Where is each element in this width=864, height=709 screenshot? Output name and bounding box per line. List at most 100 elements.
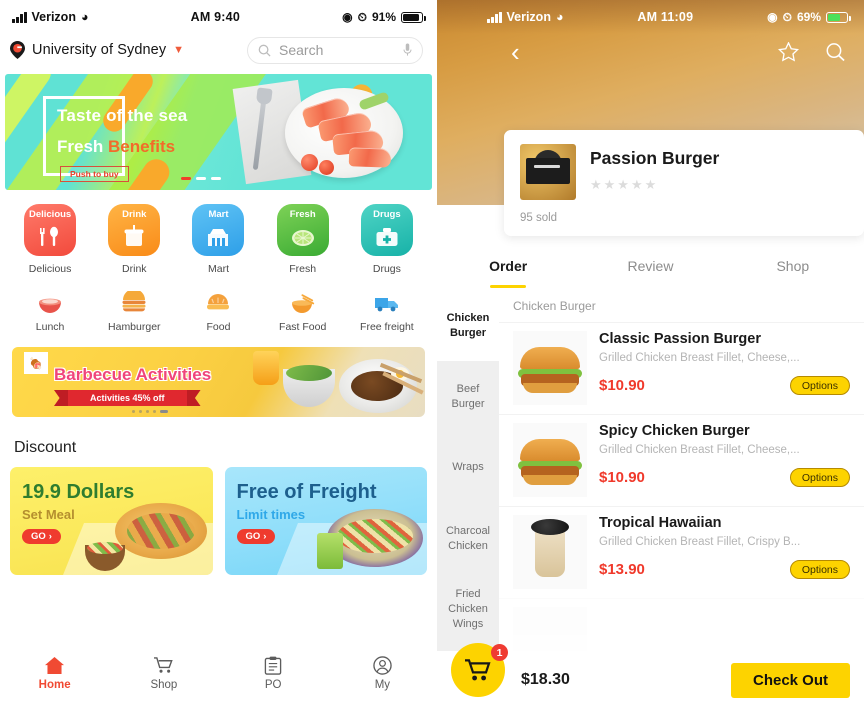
- menu-item-thumbnail: [513, 331, 587, 405]
- category-free-freight[interactable]: Free freight: [345, 291, 429, 333]
- menu-item-name: Tropical Hawaiian: [599, 515, 722, 531]
- tab-label: Shop: [150, 679, 178, 691]
- hamburger-icon: [122, 291, 146, 312]
- banner-subheadline-orange: Benefits: [108, 137, 176, 156]
- options-button[interactable]: Options: [789, 468, 850, 487]
- options-button[interactable]: Options: [789, 376, 850, 395]
- bbq-food-image: [235, 347, 425, 417]
- check-out-button[interactable]: Check Out: [730, 662, 850, 698]
- status-bar: Verizon ◕ AM 11:09 ◉ ⏲ 69%: [437, 0, 864, 30]
- search-input[interactable]: Search: [247, 36, 423, 64]
- location-arrow-icon: ◉: [342, 10, 353, 24]
- tab-label: My: [374, 679, 391, 691]
- discount-section-heading: Discount: [14, 439, 77, 456]
- battery-percent-label: 91%: [371, 10, 396, 24]
- menu-item-list: Chicken Burger Classic Passion Burger Gr…: [499, 290, 864, 651]
- discount-card-go-button[interactable]: GO: [236, 529, 276, 544]
- tab-label: PO: [264, 679, 282, 691]
- menu-category-sidebar: Chicken Burger Beef Burger Wraps Charcoa…: [437, 290, 499, 651]
- campus-name-label: University of Sydney: [32, 42, 167, 58]
- menu-item-price: $10.90: [599, 377, 645, 394]
- tab-order[interactable]: Order: [437, 250, 579, 290]
- campus-selector[interactable]: University of Sydney ▼: [10, 41, 184, 59]
- tile-caption: Drink: [122, 209, 147, 220]
- banner-subheadline-white: Fresh: [57, 137, 109, 156]
- mart-glyph: [208, 229, 229, 246]
- category-label: Lunch: [35, 321, 65, 333]
- category-fast-food[interactable]: Fast Food: [261, 291, 345, 333]
- menu-item-row-partial[interactable]: [499, 598, 864, 651]
- menu-item-row[interactable]: Tropical Hawaiian Grilled Chicken Breast…: [499, 506, 864, 598]
- status-bar-right: ◉ ⏲ 69%: [767, 10, 851, 25]
- menu-item-thumbnail: [513, 423, 587, 497]
- sidebar-item-wraps[interactable]: Wraps: [437, 432, 499, 503]
- sidebar-item-beef-burger[interactable]: Beef Burger: [437, 361, 499, 432]
- medical-kit-icon: Drugs: [360, 204, 413, 256]
- bbq-promo-banner[interactable]: 🍖 Barbecue Activities Activities 45% off: [12, 347, 425, 417]
- tab-shop[interactable]: Shop: [722, 250, 864, 290]
- back-chevron-icon[interactable]: ‹: [511, 39, 520, 65]
- store-nav-bar: ‹: [437, 30, 864, 74]
- store-logo-icon: [520, 144, 576, 200]
- sidebar-item-charcoal-chicken[interactable]: Charcoal Chicken: [437, 503, 499, 574]
- category-fresh[interactable]: Fresh Fresh: [261, 204, 345, 275]
- category-hamburger[interactable]: Hamburger: [92, 291, 176, 333]
- discount-card-set-meal[interactable]: 19.9 Dollars Set Meal GO: [10, 467, 213, 575]
- shopping-cart-icon: Mart: [192, 204, 245, 256]
- discount-card-free-freight[interactable]: Free of Freight Limit times GO: [224, 467, 427, 575]
- bread-icon: [207, 294, 230, 310]
- cart-total-price: $18.30: [521, 671, 570, 688]
- category-delicious[interactable]: Delicious Delicious: [8, 204, 92, 275]
- shopping-cart-icon: [465, 658, 491, 680]
- sidebar-item-fried-chicken-wings[interactable]: Fried Chicken Wings: [437, 574, 499, 645]
- bbq-carousel-dots[interactable]: [132, 410, 168, 413]
- category-label: Free freight: [360, 321, 414, 333]
- tab-shop[interactable]: Shop: [109, 656, 218, 691]
- menu-item-row[interactable]: Classic Passion Burger Grilled Chicken B…: [499, 322, 864, 414]
- microphone-icon[interactable]: [403, 43, 412, 57]
- category-mart[interactable]: Mart Mart: [176, 204, 260, 275]
- wifi-icon: ◕: [555, 10, 564, 24]
- category-drink[interactable]: Drink Drink: [92, 204, 176, 275]
- tab-my[interactable]: My: [328, 656, 437, 691]
- discount-card-subtitle: Set Meal: [22, 507, 75, 522]
- cup-glyph: [124, 225, 144, 246]
- category-drugs[interactable]: Drugs Drugs: [345, 204, 429, 275]
- sidebar-item-chicken-burger[interactable]: Chicken Burger: [437, 290, 499, 361]
- category-label: Delicious: [28, 263, 72, 275]
- push-to-buy-button[interactable]: Push to buy: [60, 166, 129, 182]
- menu-item-price: $13.90: [599, 561, 645, 578]
- menu-item-bottom: $10.90 Options: [599, 376, 850, 395]
- category-label: Drugs: [372, 263, 401, 275]
- bbq-logo-icon: 🍖: [24, 352, 48, 374]
- bbq-title: Barbecue Activities: [54, 365, 212, 384]
- tab-review[interactable]: Review: [579, 250, 721, 290]
- category-lunch[interactable]: Lunch: [8, 291, 92, 333]
- signal-bars-icon: [487, 11, 502, 23]
- search-icon[interactable]: [825, 42, 846, 62]
- tile-caption: Mart: [208, 209, 229, 220]
- menu-item-description: Grilled Chicken Breast Fillet, Cheese,..…: [599, 444, 800, 456]
- discount-card-title: Free of Freight: [236, 481, 377, 503]
- tab-po[interactable]: PO: [219, 656, 328, 691]
- category-label: Fresh: [289, 263, 317, 275]
- carousel-dots[interactable]: [181, 176, 221, 180]
- options-button[interactable]: Options: [789, 560, 850, 579]
- battery-percent-label: 69%: [796, 10, 821, 24]
- menu-item-row[interactable]: Spicy Chicken Burger Grilled Chicken Bre…: [499, 414, 864, 506]
- tab-home[interactable]: Home: [0, 656, 109, 691]
- bbq-ribbon-label: Activities 45% off: [68, 390, 187, 406]
- hero-banner-carousel[interactable]: Taste of the sea Fresh Benefits Push to …: [5, 74, 432, 190]
- menu-item-bottom: $10.90 Options: [599, 468, 850, 487]
- store-rating-stars[interactable]: ★★★★★: [590, 177, 719, 193]
- menu-item-info: [599, 607, 850, 651]
- star-outline-icon[interactable]: [778, 42, 799, 62]
- cart-badge-count: 1: [491, 644, 508, 661]
- discount-card-go-button[interactable]: GO: [22, 529, 61, 544]
- discount-card-row: 19.9 Dollars Set Meal GO Free of Freight…: [0, 467, 437, 575]
- lime-slice-icon: Fresh: [276, 204, 329, 256]
- carrier-label: Verizon: [31, 10, 76, 24]
- category-food[interactable]: Food: [176, 291, 260, 333]
- discount-card-subtitle: Limit times: [236, 507, 306, 522]
- menu-item-description: Grilled Chicken Breast Fillet, Crispy B.…: [599, 536, 801, 548]
